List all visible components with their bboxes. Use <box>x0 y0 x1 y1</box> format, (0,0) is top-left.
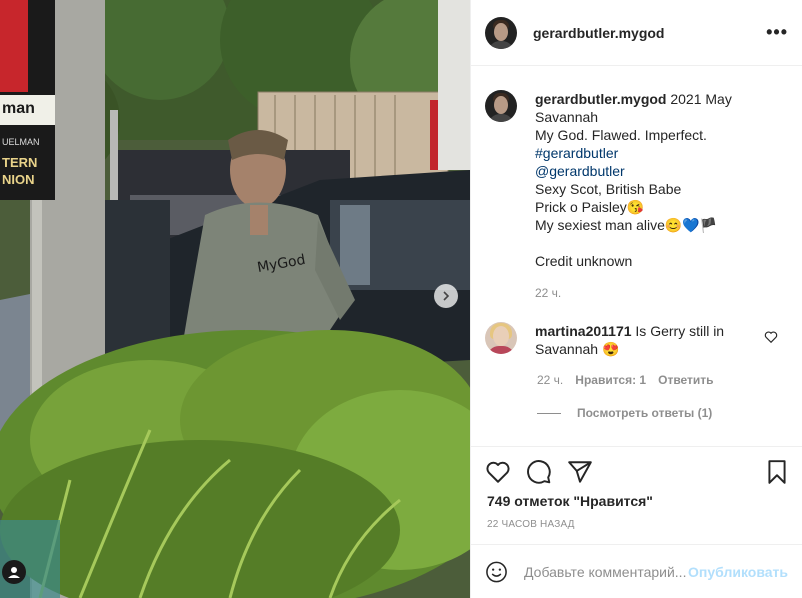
sign-text-4: NION <box>2 172 35 187</box>
comment-text: martina201171 Is Gerry still in Savannah… <box>535 322 735 358</box>
caption-text: gerardbutler.mygod 2021 May Savannah My … <box>535 90 732 302</box>
likes-count[interactable]: 749 отметок "Нравится" <box>487 493 653 509</box>
view-replies-label: Посмотреть ответы (1) <box>577 406 713 420</box>
caption-line-8 <box>535 234 732 252</box>
chevron-right-icon <box>443 291 450 301</box>
mention-link[interactable]: @gerardbutler <box>535 162 732 180</box>
emoji-icon[interactable] <box>485 559 508 585</box>
sign-text-1: man <box>2 100 35 117</box>
hashtag-link[interactable]: #gerardbutler <box>535 144 732 162</box>
caption-username[interactable]: gerardbutler.mygod <box>535 91 666 107</box>
comment-likes[interactable]: Нравится: 1 <box>575 373 646 387</box>
caption-line-5: Sexy Scot, British Babe <box>535 181 682 197</box>
comment-icon[interactable] <box>526 459 552 485</box>
header-username[interactable]: gerardbutler.mygod <box>533 25 664 41</box>
post-panel: gerardbutler.mygod ••• gerardbutler.mygo… <box>470 0 802 598</box>
actions-bar: 749 отметок "Нравится" 22 ЧАСОВ НАЗАД <box>471 446 802 547</box>
like-icon[interactable] <box>485 459 511 485</box>
commenter-avatar[interactable] <box>485 322 517 354</box>
comment: martina201171 Is Gerry still in Savannah… <box>485 322 792 358</box>
comment-meta: 22 ч. Нравится: 1 Ответить <box>537 373 714 387</box>
caption-avatar[interactable] <box>485 90 517 122</box>
comment-input[interactable] <box>522 562 689 581</box>
post-header: gerardbutler.mygod ••• <box>471 0 802 66</box>
photo-scene <box>0 0 470 598</box>
replies-divider <box>537 412 561 414</box>
post-photo[interactable]: man UELMAN TERN NION MyGod <box>0 0 470 598</box>
comment-time: 22 ч. <box>537 373 564 387</box>
comment-username[interactable]: martina201171 <box>535 323 632 339</box>
caption-line-1: Savannah <box>535 109 599 125</box>
share-icon[interactable] <box>567 459 593 485</box>
bookmark-icon[interactable] <box>764 459 790 485</box>
caption-line-2: My God. Flawed. Imperfect. <box>535 127 707 143</box>
sign-text-3: TERN <box>2 155 38 170</box>
caption-line-6: Prick o Paisley😘 <box>535 199 645 215</box>
next-photo-button[interactable] <box>434 284 458 308</box>
caption-time[interactable]: 22 ч. <box>535 284 732 302</box>
sign-text-2: UELMAN <box>2 137 40 147</box>
caption-line-7: My sexiest man alive😊💙🏴 <box>535 217 718 233</box>
view-replies-button[interactable]: Посмотреть ответы (1) <box>537 406 712 420</box>
post-comment-button[interactable]: Опубликовать <box>688 564 788 580</box>
caption-line-0: 2021 May <box>670 91 732 107</box>
add-comment-bar: Опубликовать <box>471 544 802 598</box>
user-icon <box>8 567 20 578</box>
reply-button[interactable]: Ответить <box>658 373 713 387</box>
tagged-users-button[interactable] <box>2 560 26 584</box>
heart-icon[interactable] <box>764 330 778 344</box>
caption: gerardbutler.mygod 2021 May Savannah My … <box>485 90 792 302</box>
caption-line-9: Credit unknown <box>535 253 633 269</box>
more-options-icon[interactable]: ••• <box>766 22 788 43</box>
avatar[interactable] <box>485 16 517 49</box>
post-time[interactable]: 22 ЧАСОВ НАЗАД <box>487 519 575 530</box>
